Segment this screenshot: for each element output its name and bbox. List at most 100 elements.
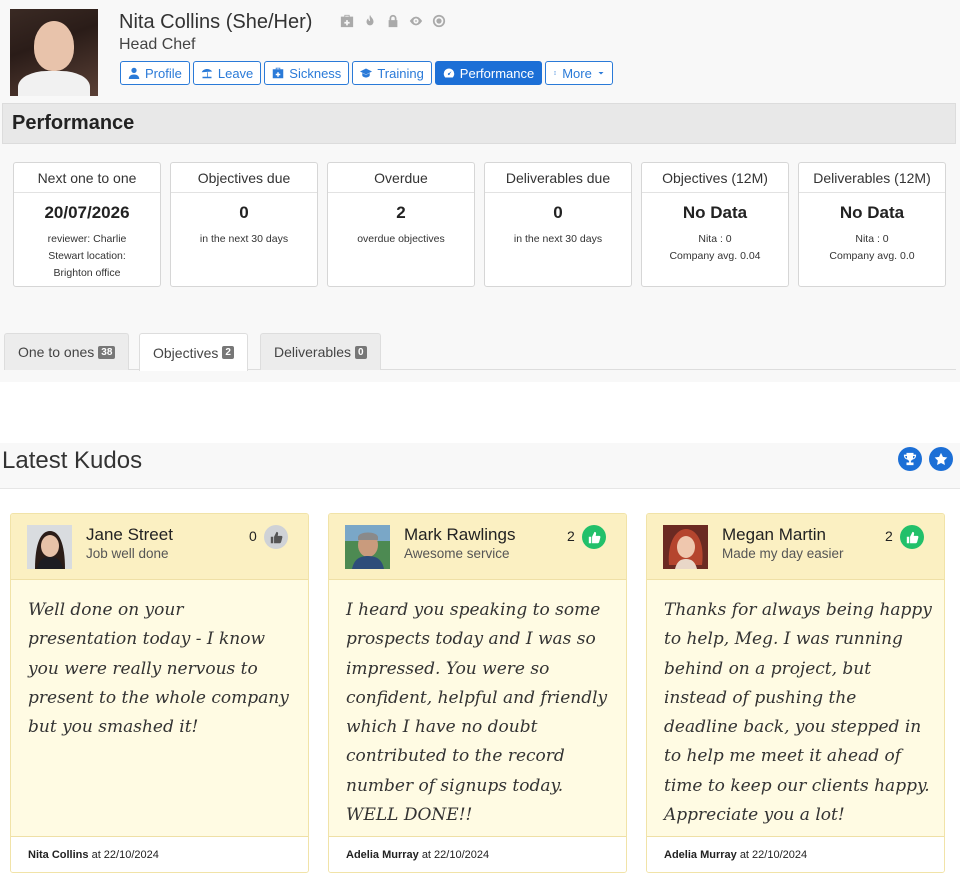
- kudo-card: Megan Martin Made my day easier 2 Thanks…: [646, 513, 945, 873]
- leave-button[interactable]: Leave: [192, 61, 262, 85]
- stat-card-objectives-due: Objectives due 0 in the next 30 days: [170, 162, 318, 287]
- gauge-icon: [443, 68, 455, 78]
- stat-card-label: Objectives due: [171, 163, 317, 193]
- kudo-author[interactable]: Nita Collins: [28, 849, 89, 861]
- lifebuoy-icon[interactable]: [432, 14, 446, 28]
- training-button[interactable]: Training: [352, 61, 432, 85]
- medical-kit-icon[interactable]: [340, 14, 354, 28]
- eye-icon[interactable]: [409, 14, 423, 28]
- kudo-date: at 22/10/2024: [91, 849, 159, 861]
- like-button[interactable]: [900, 525, 924, 549]
- stat-card-detail: Nita : 0 Company avg. 0.04: [669, 233, 761, 262]
- profile-photo: [10, 9, 98, 96]
- profile-nav: Profile Leave Sickness Training Performa…: [120, 61, 613, 85]
- stat-card-deliverables-due: Deliverables due 0 in the next 30 days: [484, 162, 632, 287]
- stat-card-value: 0: [553, 203, 563, 222]
- performance-title-bar: Performance: [2, 103, 956, 144]
- performance-button[interactable]: Performance: [434, 61, 543, 85]
- kudos-title: Latest Kudos: [2, 447, 143, 474]
- kudo-date: at 22/10/2024: [421, 849, 490, 861]
- thumbs-up-icon: [906, 531, 918, 543]
- recipient-name[interactable]: Jane Street: [86, 525, 173, 545]
- sickness-button[interactable]: Sickness: [264, 61, 350, 85]
- count-badge: 0: [355, 345, 367, 359]
- stat-card-value: No Data: [839, 203, 905, 222]
- kudo-footer: Nita Collins at 22/10/2024: [11, 836, 308, 872]
- trophy-icon: [903, 452, 917, 466]
- kudo-footer: Adelia Murray at 22/10/2024: [647, 836, 944, 872]
- kudo-author[interactable]: Adelia Murray: [346, 849, 419, 861]
- kudo-message: I heard you speaking to some prospects t…: [346, 600, 608, 826]
- page-title: Performance: [12, 112, 135, 134]
- stat-card-detail: in the next 30 days: [513, 233, 603, 245]
- avatar: [27, 525, 72, 569]
- like-button[interactable]: [264, 525, 288, 549]
- profile-role: Head Chef: [119, 36, 196, 53]
- flame-icon[interactable]: [363, 14, 377, 28]
- lock-icon[interactable]: [386, 14, 400, 28]
- kudo-card-header: Megan Martin Made my day easier 2: [647, 514, 944, 580]
- stat-card-label: Overdue: [328, 163, 474, 193]
- recipient-name[interactable]: Megan Martin: [722, 525, 826, 545]
- medical-kit-icon: [273, 67, 284, 79]
- kudo-card-header: Jane Street Job well done 0: [11, 514, 308, 580]
- profile-button[interactable]: Profile: [120, 61, 190, 85]
- like-count: 0: [249, 528, 257, 544]
- stat-card-label: Objectives (12M): [642, 163, 788, 193]
- star-icon: [934, 452, 948, 465]
- performance-panel: Performance Next one to one 20/07/2026 r…: [0, 100, 960, 382]
- status-icons: [340, 14, 446, 28]
- profile-header: Nita Collins (She/Her) Head Chef Profile…: [0, 0, 960, 100]
- stat-card-value: 20/07/2026: [44, 203, 130, 222]
- avatar: [663, 525, 708, 569]
- recipient-name[interactable]: Mark Rawlings: [404, 525, 515, 545]
- tab-deliverables[interactable]: Deliverables 0: [260, 333, 381, 370]
- stat-card-detail: reviewer: Charlie Stewart location: Brig…: [47, 233, 127, 279]
- kudo-reason: Awesome service: [404, 546, 510, 561]
- kudo-card-header: Mark Rawlings Awesome service 2: [329, 514, 626, 580]
- kudo-card: Mark Rawlings Awesome service 2 I heard …: [328, 513, 627, 873]
- kudo-date: at 22/10/2024: [739, 849, 808, 861]
- stat-card-overdue: Overdue 2 overdue objectives: [327, 162, 475, 287]
- kudo-card: Jane Street Job well done 0 Well done on…: [10, 513, 309, 873]
- graduation-cap-icon: [360, 68, 373, 78]
- kudo-message: Thanks for always being happy to help, M…: [664, 600, 932, 826]
- stat-card-label: Next one to one: [14, 163, 160, 193]
- like-count: 2: [885, 528, 893, 544]
- kudo-reason: Made my day easier: [722, 546, 844, 561]
- kudo-reason: Job well done: [86, 546, 169, 561]
- stat-card-value: 2: [396, 203, 406, 222]
- like-count: 2: [567, 528, 575, 544]
- thumbs-up-icon: [588, 531, 600, 543]
- give-kudos-button[interactable]: [929, 447, 953, 471]
- vertical-dots-icon: [554, 71, 556, 75]
- profile-name: Nita Collins (She/Her): [119, 11, 313, 33]
- tab-objectives[interactable]: Objectives 2: [139, 333, 248, 371]
- stat-card-value: 0: [239, 203, 249, 222]
- count-badge: 2: [222, 346, 234, 359]
- user-icon: [128, 67, 140, 79]
- kudos-actions: [898, 447, 953, 471]
- trophy-button[interactable]: [898, 447, 922, 471]
- stat-card-detail: overdue objectives: [357, 233, 445, 245]
- kudo-message: Well done on your presentation today - I…: [28, 600, 289, 738]
- caret-down-icon: [598, 72, 604, 75]
- kudos-header: [0, 443, 960, 489]
- kudo-author[interactable]: Adelia Murray: [664, 849, 737, 861]
- stat-card-label: Deliverables (12M): [799, 163, 945, 193]
- tab-one-to-ones[interactable]: One to ones 38: [4, 333, 130, 370]
- stat-card-next-one-to-one: Next one to one 20/07/2026 reviewer: Cha…: [13, 162, 161, 287]
- performance-tabs: One to ones 38 Objectives 2 Deliverables…: [4, 333, 956, 371]
- umbrella-beach-icon: [201, 69, 213, 79]
- more-dropdown-button[interactable]: More: [545, 61, 613, 85]
- stat-card-value: No Data: [682, 203, 748, 222]
- count-badge: 38: [98, 345, 116, 359]
- stat-card-label: Deliverables due: [485, 163, 631, 193]
- like-button[interactable]: [582, 525, 606, 549]
- stat-card-deliverables-12m: Deliverables (12M) No Data Nita : 0 Comp…: [798, 162, 946, 287]
- stat-card-objectives-12m: Objectives (12M) No Data Nita : 0 Compan…: [641, 162, 789, 287]
- thumbs-up-icon: [270, 531, 282, 543]
- stat-card-detail: Nita : 0 Company avg. 0.0: [829, 233, 915, 262]
- kudo-footer: Adelia Murray at 22/10/2024: [329, 836, 626, 872]
- avatar: [345, 525, 390, 569]
